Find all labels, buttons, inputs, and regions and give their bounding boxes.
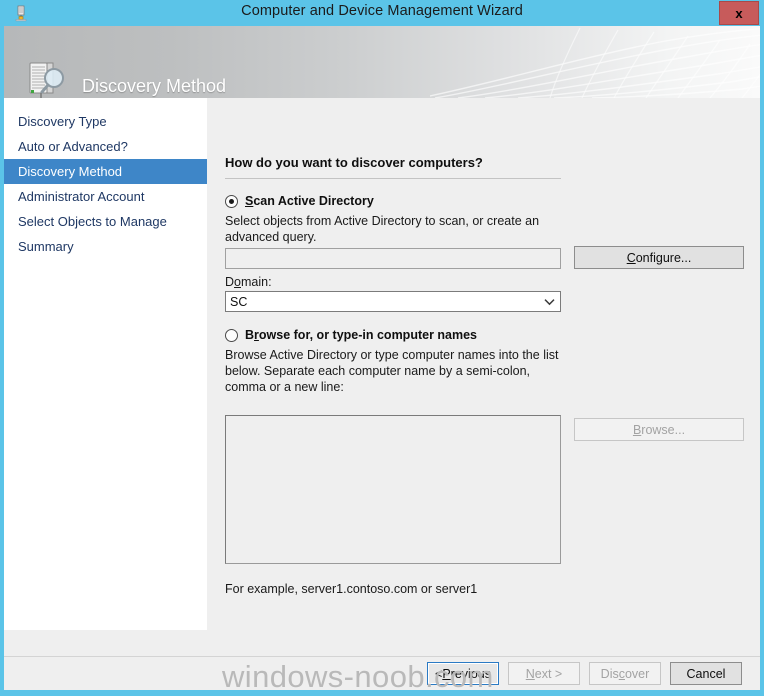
content-panel: How do you want to discover computers? S… xyxy=(207,98,760,656)
radio-label-rest: can Active Directory xyxy=(253,194,374,208)
previous-label-pre: < xyxy=(435,666,443,681)
radio-indicator-scan-ad xyxy=(225,194,238,208)
wizard-banner: Discovery Method xyxy=(4,26,760,98)
banner-title: Discovery Method xyxy=(82,76,227,96)
radio-browse-computer-names[interactable]: Browse for, or type-in computer names xyxy=(225,328,477,342)
browse-button[interactable]: Browse... xyxy=(574,418,744,441)
accelerator-char: P xyxy=(442,666,451,681)
radio-label-browse: Browse for, or type-in computer names xyxy=(245,328,477,342)
accelerator-char: N xyxy=(525,666,535,681)
discover-button[interactable]: Dis c over xyxy=(589,662,661,685)
accelerator-char: B xyxy=(632,422,642,437)
footer-bar: < Previous Next > Dis c over Cancel xyxy=(4,656,760,690)
sidebar-item-summary[interactable]: Summary xyxy=(4,234,207,259)
previous-label-post: revious xyxy=(450,666,491,681)
domain-label-post: main: xyxy=(240,275,272,289)
discover-label-pre: Dis xyxy=(600,666,619,681)
domain-combobox[interactable]: SC xyxy=(225,291,561,312)
discover-label-post: over xyxy=(624,666,650,681)
radio-indicator-browse xyxy=(225,328,238,342)
previous-button[interactable]: < Previous xyxy=(427,662,499,685)
window-title: Computer and Device Management Wizard xyxy=(241,3,523,19)
ldap-query-input[interactable] xyxy=(225,248,561,269)
sidebar-item-discovery-method[interactable]: Discovery Method xyxy=(4,159,207,184)
cancel-button[interactable]: Cancel xyxy=(670,662,742,685)
next-button[interactable]: Next > xyxy=(508,662,580,685)
browse-label-post: rowse... xyxy=(641,422,686,437)
mesh-decoration xyxy=(430,27,760,98)
sidebar-item-auto-or-advanced[interactable]: Auto or Advanced? xyxy=(4,134,207,159)
title-bar: Computer and Device Management Wizard x xyxy=(0,0,764,26)
sidebar-item-administrator-account[interactable]: Administrator Account xyxy=(4,184,207,209)
domain-label: Domain: xyxy=(225,275,272,289)
close-button[interactable]: x xyxy=(719,1,759,25)
configure-label-post: onfigure... xyxy=(635,250,692,265)
computer-names-textarea[interactable] xyxy=(225,415,561,564)
radio-label-rest: owse for, or type-in computer names xyxy=(258,328,478,342)
sidebar-item-discovery-type[interactable]: Discovery Type xyxy=(4,109,207,134)
domain-selected-value: SC xyxy=(230,294,248,309)
configure-button[interactable]: Configure... xyxy=(574,246,744,269)
radio-scan-active-directory[interactable]: Scan Active Directory xyxy=(225,194,374,208)
sidebar-item-select-objects-to-manage[interactable]: Select Objects to Manage xyxy=(4,209,207,234)
next-label-post: ext > xyxy=(534,666,563,681)
page-title: How do you want to discover computers? xyxy=(225,155,483,170)
browse-description: Browse Active Directory or type computer… xyxy=(225,348,559,394)
heading-divider xyxy=(225,178,561,179)
radio-label-scan-ad: Scan Active Directory xyxy=(245,194,374,208)
chevron-down-icon[interactable] xyxy=(538,298,560,306)
server-discovery-icon xyxy=(22,60,70,98)
radio-label-pre: B xyxy=(245,328,255,342)
wizard-window: Computer and Device Management Wizard x xyxy=(0,0,764,696)
accelerator-char: C xyxy=(626,250,636,265)
accelerator-char: o xyxy=(234,275,241,289)
client-area: Discovery Method Discovery Type Auto or … xyxy=(4,26,760,690)
example-text: For example, server1.contoso.com or serv… xyxy=(225,582,478,596)
domain-label-pre: D xyxy=(225,275,235,289)
scan-ad-description: Select objects from Active Directory to … xyxy=(225,214,540,244)
wizard-sidebar: Discovery Type Auto or Advanced? Discove… xyxy=(4,98,207,630)
